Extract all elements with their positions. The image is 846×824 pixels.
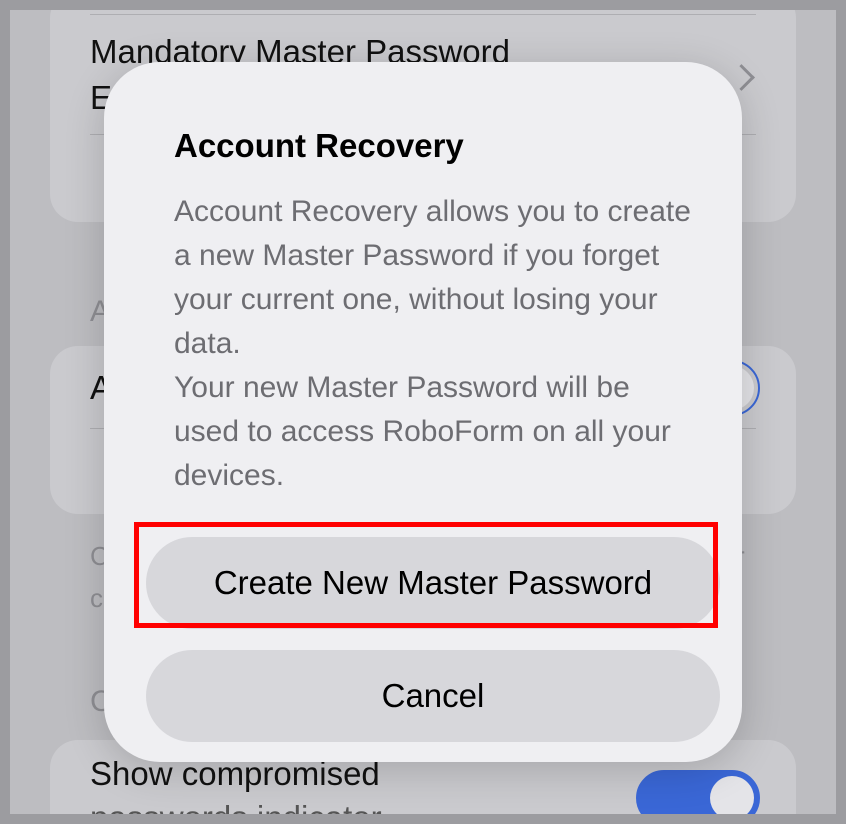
- toggle-knob: [710, 776, 754, 814]
- dialog-title: Account Recovery: [174, 127, 464, 164]
- dialog-message-paragraph-1: Account Recovery allows you to create a …: [174, 195, 691, 360]
- footnote-text-line2: c: [90, 583, 103, 613]
- dialog-message-paragraph-2: Your new Master Password will be used to…: [174, 371, 671, 492]
- show-compromised-toggle[interactable]: [636, 770, 760, 814]
- account-recovery-dialog: Account Recovery Account Recovery allows…: [104, 62, 742, 762]
- show-compromised-label-line2: passwords indicator: [90, 796, 382, 814]
- dialog-message: Account Recovery allows you to create a …: [174, 190, 694, 498]
- create-new-master-password-button[interactable]: Create New Master Password: [146, 537, 720, 629]
- divider: [90, 14, 756, 15]
- settings-screen: Mandatory Master Password E A A C c r C …: [10, 10, 836, 814]
- cancel-button[interactable]: Cancel: [146, 650, 720, 742]
